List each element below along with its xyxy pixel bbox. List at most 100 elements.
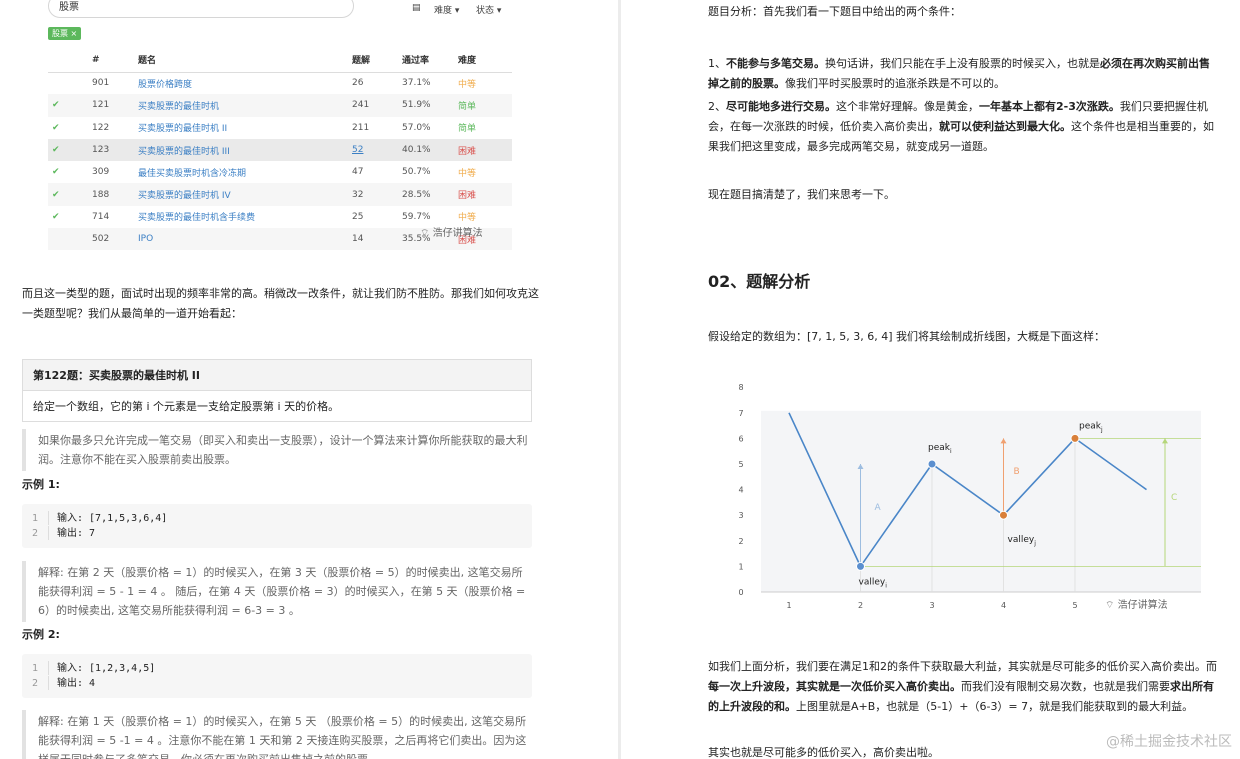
id-cell: 122	[92, 122, 110, 133]
y-tick-label: 3	[738, 511, 743, 520]
table-row[interactable]: 901 股票价格跨度 26 37.1% 中等	[48, 72, 512, 94]
rate-cell: 57.0%	[402, 122, 431, 133]
y-tick-label: 1	[738, 562, 743, 571]
condition-2: 2、尽可能地多进行交易。这个非常好理解。像是黄金，一年基本上都有2-3次涨跌。我…	[708, 100, 1214, 153]
problem-card: 第122题：买卖股票的最佳时机 II 给定一个数组，它的第 i 个元素是一支给定…	[22, 359, 532, 422]
problem-table: # 题名 题解 通过率 难度 901 股票价格跨度 26 37.1% 中等 ✔ 121 买卖股票的最佳…	[48, 48, 512, 251]
y-tick-label: 7	[738, 409, 743, 418]
difficulty-cell: 简单	[458, 124, 477, 135]
problem-toolbar: 股票 ▤ 难度 ▾ 状态 ▾	[48, 0, 508, 20]
difficulty-cell: 困难	[458, 191, 477, 202]
label-b: B	[1014, 467, 1020, 477]
column-header: 题解	[348, 48, 398, 73]
title-link[interactable]: 买卖股票的最佳时机 II	[138, 124, 227, 134]
id-cell: 188	[92, 189, 110, 200]
conclusion-text: 如我们上面分析，我们要在满足1和2的条件下获取最大利益，其实就是尽可能多的低价买…	[708, 660, 1217, 713]
clarify-text: 现在题目搞清楚了，我们来思考一下。	[708, 188, 895, 201]
status-cell: ✔	[52, 167, 60, 178]
problem-description: 给定一个数组，它的第 i 个元素是一支给定股票第 i 天的价格。	[33, 400, 340, 413]
title-link[interactable]: 股票价格跨度	[138, 80, 192, 90]
table-row[interactable]: ✔ 121 买卖股票的最佳时机 241 51.9% 简单	[48, 94, 512, 117]
solutions-cell[interactable]: 14	[352, 234, 363, 244]
column-header: 题名	[134, 48, 348, 73]
label-a: A	[875, 503, 882, 513]
id-cell: 309	[92, 167, 110, 178]
column-header: 通过率	[398, 48, 454, 73]
solutions-cell[interactable]: 211	[352, 123, 369, 133]
data-point	[1070, 433, 1080, 443]
example-1-label: 示例 1:	[22, 478, 60, 491]
y-tick-label: 4	[738, 486, 743, 495]
solutions-cell[interactable]: 32	[352, 190, 363, 200]
rate-cell: 59.7%	[402, 211, 431, 222]
y-tick-label: 8	[738, 383, 743, 392]
status-cell: ✔	[52, 145, 60, 156]
array-text: 假设给定的数组为：[7, 1, 5, 3, 6, 4] 我们将其绘制成折线图，大…	[708, 330, 1106, 343]
id-cell: 121	[92, 100, 110, 111]
y-tick-label: 2	[738, 537, 743, 546]
id-cell: 901	[92, 78, 110, 89]
table-row[interactable]: ✔ 122 买卖股票的最佳时机 II 211 57.0% 简单	[48, 117, 512, 139]
solutions-cell[interactable]: 47	[352, 167, 363, 177]
problem-quote: 如果你最多只允许完成一笔交易（即买入和卖出一支股票），设计一个算法来计算你所能获…	[22, 429, 532, 471]
footer-watermark: @稀土掘金技术社区	[1106, 734, 1232, 750]
title-link[interactable]: 买卖股票的最佳时机	[138, 102, 219, 112]
stock-line-chart: 0123456781 2 3 4 5ABCvalleyipeakivalleyjpeak…	[738, 383, 1201, 610]
column-header	[48, 48, 88, 73]
difficulty-dropdown[interactable]: 难度 ▾	[434, 3, 459, 16]
title-link[interactable]: IPO	[138, 234, 153, 244]
rate-cell: 51.9%	[402, 100, 431, 111]
data-point	[927, 459, 937, 469]
chart-watermark: ⌔ 浩仔讲算法	[1105, 600, 1168, 611]
title-link[interactable]: 买卖股票的最佳时机含手续费	[138, 213, 255, 223]
file-icon[interactable]: ▤	[412, 3, 421, 13]
column-header: 难度	[454, 48, 512, 73]
table-row[interactable]: ✔ 123 买卖股票的最佳时机 III 52 40.1% 困难	[48, 138, 512, 162]
id-cell: 502	[92, 234, 110, 245]
status-dropdown[interactable]: 状态 ▾	[476, 3, 501, 16]
example-2-explain: 解释: 在第 1 天（股票价格 = 1）的时候买入，在第 5 天 （股票价格 =…	[22, 710, 532, 759]
title-link[interactable]: 买卖股票的最佳时机 III	[138, 147, 230, 157]
title-link[interactable]: 最佳买卖股票时机含冷冻期	[138, 169, 246, 179]
status-cell: ✔	[52, 189, 60, 200]
example-2-code: 1 输入: [1,2,3,4,5] 2 输出: 4	[22, 654, 532, 698]
difficulty-cell: 中等	[458, 213, 477, 224]
left-page: 股票 ▤ 难度 ▾ 状态 ▾ 股票 × # 题名 题解 通过率 难度 901 股票价格跨度…	[0, 0, 618, 759]
solutions-cell[interactable]: 25	[352, 212, 363, 222]
intro-text: 而且这一类型的题，面试时出现的频率非常的高。稍微改一改条件，就让我们防不胜防。那…	[22, 287, 539, 320]
x-tick-label: 5	[1072, 601, 1077, 610]
rate-cell: 37.1%	[402, 78, 431, 89]
wechat-icon: ⌔	[1105, 600, 1118, 611]
search-input[interactable]: 股票	[48, 0, 354, 18]
x-tick-label: 4	[1001, 601, 1006, 610]
table-row[interactable]: ✔ 309 最佳买卖股票时机含冷冻期 47 50.7% 中等	[48, 161, 512, 183]
y-tick-label: 6	[738, 434, 743, 443]
x-tick-label: 3	[929, 601, 934, 610]
id-cell: 123	[92, 145, 110, 156]
x-tick-label: 1	[786, 601, 791, 610]
difficulty-cell: 困难	[458, 146, 477, 157]
x-tick-label: 2	[858, 601, 863, 610]
example-1-explain: 解释: 在第 2 天（股票价格 = 1）的时候买入，在第 3 天（股票价格 = …	[22, 561, 532, 622]
title-link[interactable]: 买卖股票的最佳时机 IV	[138, 191, 231, 201]
section-heading: 02、题解分析	[708, 272, 811, 291]
example-1-code: 1 输入: [7,1,5,3,6,4] 2 输出: 7	[22, 504, 532, 548]
id-cell: 714	[92, 211, 110, 222]
plot-area	[761, 410, 1201, 592]
status-cell: ✔	[52, 211, 60, 222]
solutions-cell[interactable]: 241	[352, 100, 369, 110]
rate-cell: 28.5%	[402, 189, 431, 200]
rate-cell: 40.1%	[402, 145, 431, 156]
right-page: 题目分析：首先我们看一下题目中给出的两个条件： 1、不能参与多笔交易。换句话讲，…	[621, 0, 1240, 759]
analysis-intro: 题目分析：首先我们看一下题目中给出的两个条件：	[708, 5, 961, 18]
table-row[interactable]: ✔ 188 买卖股票的最佳时机 IV 32 28.5% 困难	[48, 183, 512, 206]
solutions-cell[interactable]: 26	[352, 78, 363, 88]
data-point	[999, 510, 1008, 520]
data-point	[856, 561, 865, 571]
problem-title: 第122题：买卖股票的最佳时机 II	[23, 360, 531, 391]
difficulty-cell: 简单	[458, 101, 477, 112]
solutions-cell[interactable]: 52	[352, 145, 363, 155]
filter-tag[interactable]: 股票 ×	[48, 27, 82, 40]
rate-cell: 50.7%	[402, 167, 431, 178]
condition-1: 1、不能参与多笔交易。换句话讲，我们只能在手上没有股票的时候买入，也就是必须在再…	[708, 57, 1210, 90]
